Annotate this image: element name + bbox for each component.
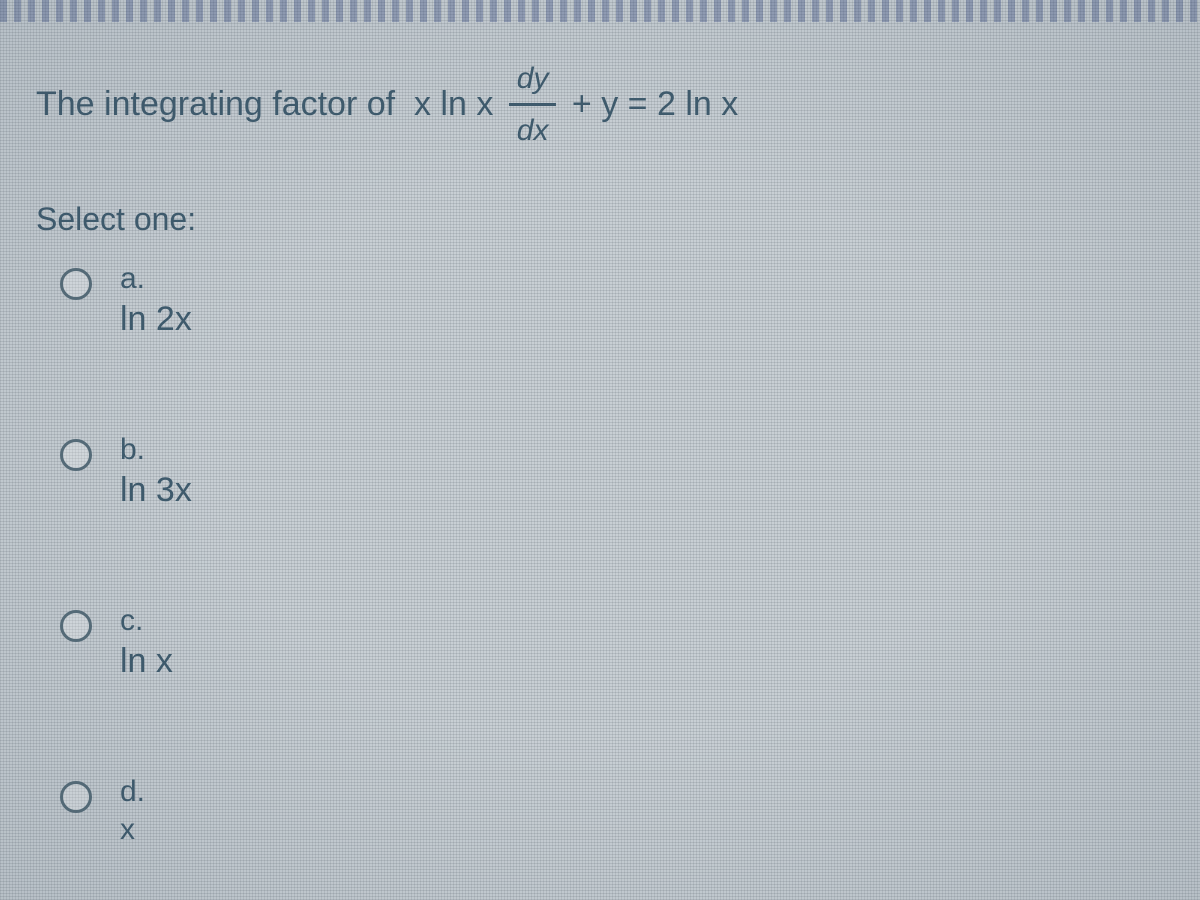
radio-icon[interactable]	[60, 439, 92, 471]
option-value: x	[120, 813, 145, 847]
option-d[interactable]: d. x	[60, 775, 1164, 847]
option-letter: c.	[120, 604, 173, 638]
question-prefix: The integrating factor of x ln x	[36, 79, 503, 130]
option-letter: a.	[120, 262, 192, 296]
option-letter: d.	[120, 775, 145, 809]
option-value: ln 3x	[120, 471, 192, 510]
option-body: b. ln 3x	[120, 433, 192, 510]
option-value: ln 2x	[120, 300, 192, 339]
question-text: The integrating factor of x ln x dy dx +…	[36, 56, 1164, 153]
radio-icon[interactable]	[60, 781, 92, 813]
radio-icon[interactable]	[60, 610, 92, 642]
fraction-dy-dx: dy dx	[509, 56, 557, 153]
question-suffix: + y = 2 ln x	[562, 79, 738, 130]
option-body: c. ln x	[120, 604, 173, 681]
fraction-numerator: dy	[509, 56, 557, 106]
question-panel: The integrating factor of x ln x dy dx +…	[0, 0, 1200, 891]
option-body: a. ln 2x	[120, 262, 192, 339]
option-letter: b.	[120, 433, 192, 467]
option-body: d. x	[120, 775, 145, 847]
option-b[interactable]: b. ln 3x	[60, 433, 1164, 510]
option-c[interactable]: c. ln x	[60, 604, 1164, 681]
radio-icon[interactable]	[60, 268, 92, 300]
option-a[interactable]: a. ln 2x	[60, 262, 1164, 339]
option-value: ln x	[120, 642, 173, 681]
select-one-prompt: Select one:	[36, 201, 1164, 238]
fraction-denominator: dx	[509, 106, 557, 153]
